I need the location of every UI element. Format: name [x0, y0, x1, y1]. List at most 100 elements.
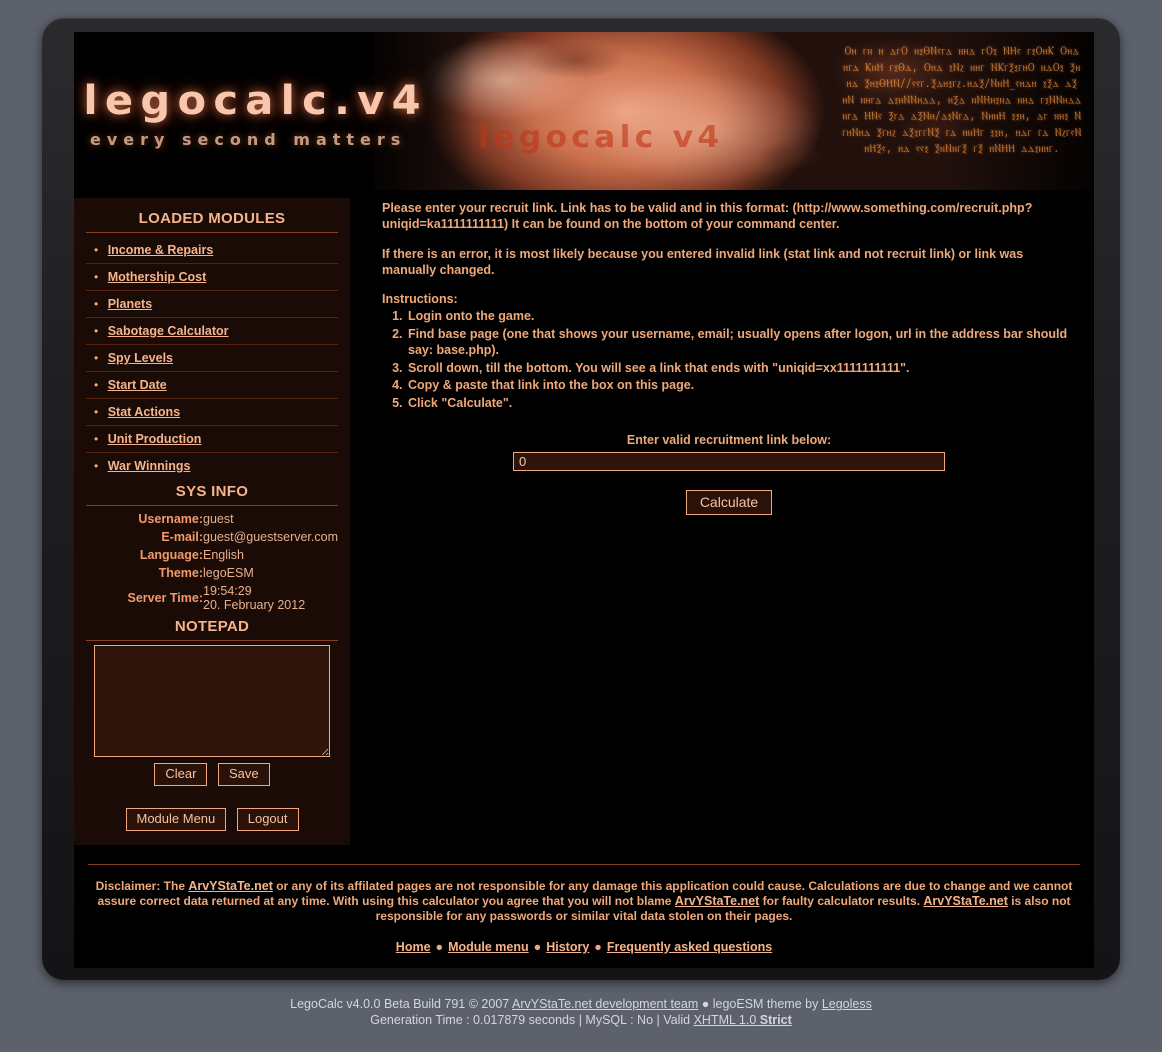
calculate-row: Calculate	[382, 490, 1076, 515]
sidebar-item-stat-actions[interactable]: Stat Actions	[86, 399, 338, 426]
divider	[86, 640, 338, 641]
server-time-label: Server Time:	[127, 591, 204, 605]
session-button-row: Module Menu Logout	[86, 808, 338, 831]
sidebar-item-spy-levels[interactable]: Spy Levels	[86, 345, 338, 372]
module-link[interactable]: Mothership Cost	[108, 270, 207, 284]
site-banner: Legocalc v4 Legocalc.v4 every second mat…	[74, 32, 1094, 190]
legoless-link[interactable]: Legoless	[822, 997, 872, 1011]
logo-tagline: every second matters	[90, 130, 407, 149]
app-window-frame: Legocalc v4 Legocalc.v4 every second mat…	[42, 18, 1120, 980]
xhtml-validation-link[interactable]: XHTML 1.0 Strict	[694, 1013, 792, 1027]
recruit-input-label: Enter valid recruitment link below:	[626, 433, 832, 447]
generation-time-text: Generation Time : 0.017879 seconds | MyS…	[370, 1013, 694, 1027]
instruction-step: Login onto the game.	[406, 308, 1076, 325]
instructions-heading: Instructions:	[382, 292, 458, 306]
sys-info-row-username: Username: guest	[86, 510, 338, 528]
footer-link-faq[interactable]: Frequently asked questions	[607, 940, 772, 954]
page-content: LOADED MODULES Income & Repairs Mothersh…	[74, 190, 1094, 848]
sidebar-item-planets[interactable]: Planets	[86, 291, 338, 318]
recruit-link-input[interactable]	[513, 452, 945, 471]
disclaimer-text: Disclaimer: The ArvYStaTe.net or any of …	[94, 879, 1074, 924]
calculate-button[interactable]: Calculate	[685, 490, 773, 515]
nav-separator-dot: ●	[435, 940, 444, 954]
footer-divider	[88, 864, 1080, 865]
app-window-content: Legocalc v4 Legocalc.v4 every second mat…	[74, 32, 1094, 968]
server-time-clock: 19:54:29	[203, 584, 252, 598]
language-label: Language:	[139, 548, 204, 562]
sys-info-title: SYS INFO	[175, 483, 249, 500]
sidebar-item-income-repairs[interactable]: Income & Repairs	[86, 237, 338, 264]
divider	[86, 505, 338, 506]
instruction-step: Scroll down, till the bottom. You will s…	[406, 360, 1076, 377]
module-link[interactable]: Unit Production	[108, 432, 202, 446]
module-link[interactable]: Sabotage Calculator	[108, 324, 229, 338]
username-label: Username:	[138, 512, 204, 526]
recruit-form: Enter valid recruitment link below: Calc…	[382, 433, 1076, 515]
page-footer: Disclaimer: The ArvYStaTe.net or any of …	[74, 864, 1094, 968]
nav-separator-dot: ●	[594, 940, 602, 954]
arvystate-link-3[interactable]: ArvYStaTe.net	[923, 894, 1008, 908]
module-menu-button[interactable]: Module Menu	[125, 808, 227, 831]
module-link[interactable]: Planets	[108, 297, 152, 311]
language-value: English	[203, 548, 245, 562]
alien-glyph-text: Ⲟⲏ ⲅⲛ ⲏ ⲇⲅⲞ ⲏⲝⲐⲚⲋⲅⲇ ⲛⲏⲇ ⲅⲞⲝ ⲚⲎⲋ ⲅⲝⲞⲏⲔ Ⲟⲏ…	[842, 45, 1082, 156]
arvystate-link-1[interactable]: ArvYStaTe.net	[188, 879, 273, 893]
footer-navigation: Home ● Module menu ● History ● Frequently aske…	[88, 940, 1080, 954]
email-value: guest@guestserver.com	[203, 530, 338, 544]
server-time-date: 20. February 2012	[203, 598, 306, 612]
sys-info-row-server-time: Server Time: 19:54:29 20. February 2012	[86, 582, 338, 614]
notepad-textarea[interactable]	[94, 645, 330, 757]
module-list: Income & Repairs Mothership Cost Planets…	[86, 237, 338, 479]
credits-line-2: Generation Time : 0.017879 seconds | MyS…	[0, 1012, 1162, 1028]
page-credits: LegoCalc v4.0.0 Beta Build 791 © 2007 Ar…	[0, 996, 1162, 1028]
instruction-step: Find base page (one that shows your user…	[406, 326, 1076, 359]
dev-team-link[interactable]: ArvYStaTe.net development team	[512, 997, 698, 1011]
logout-button[interactable]: Logout	[236, 808, 299, 831]
username-value: guest	[203, 512, 234, 526]
sidebar-item-mothership-cost[interactable]: Mothership Cost	[86, 264, 338, 291]
footer-link-history[interactable]: History	[546, 940, 589, 954]
credits-theme-text: ● legoESM theme by	[698, 997, 822, 1011]
instruction-step: Copy & paste that link into the box on t…	[406, 377, 1076, 394]
intro-paragraph: Please enter your recruit link. Link has…	[382, 201, 1033, 231]
credits-line-1: LegoCalc v4.0.0 Beta Build 791 © 2007 Ar…	[0, 996, 1162, 1012]
theme-value: legoESM	[203, 566, 254, 580]
instruction-step: Click "Calculate".	[406, 395, 1076, 412]
sidebar-item-start-date[interactable]: Start Date	[86, 372, 338, 399]
module-link[interactable]: Stat Actions	[108, 405, 180, 419]
sys-info-row-theme: Theme: legoESM	[86, 564, 338, 582]
main-panel: Please enter your recruit link. Link has…	[374, 198, 1086, 848]
save-button[interactable]: Save	[217, 763, 270, 786]
module-link[interactable]: Income & Repairs	[108, 243, 214, 257]
error-note-paragraph: If there is an error, it is most likely …	[382, 247, 1024, 277]
server-time-value: 19:54:29 20. February 2012	[203, 582, 338, 614]
clear-button[interactable]: Clear	[154, 763, 208, 786]
notepad-title: NOTEPAD	[174, 618, 250, 635]
instructions-list: Login onto the game. Find base page (one…	[386, 308, 1076, 411]
disclaimer-label: Disclaimer:	[95, 879, 161, 893]
xhtml-label: XHTML 1.0	[693, 1013, 760, 1027]
module-link[interactable]: Spy Levels	[108, 351, 173, 365]
theme-label: Theme:	[158, 566, 204, 580]
notepad-button-row: Clear Save	[86, 763, 338, 786]
footer-link-module-menu[interactable]: Module menu	[448, 940, 529, 954]
disclaimer-text-1: The	[160, 879, 189, 893]
footer-link-home[interactable]: Home	[396, 940, 431, 954]
sidebar-item-sabotage-calculator[interactable]: Sabotage Calculator	[86, 318, 338, 345]
sidebar: LOADED MODULES Income & Repairs Mothersh…	[74, 198, 350, 845]
sys-info-row-language: Language: English	[86, 546, 338, 564]
sidebar-item-war-winnings[interactable]: War Winnings	[86, 453, 338, 479]
sys-info-row-email: E-mail: guest@guestserver.com	[86, 528, 338, 546]
arvystate-link-2[interactable]: ArvYStaTe.net	[675, 894, 760, 908]
nav-separator-dot: ●	[533, 940, 542, 954]
credits-version-text: LegoCalc v4.0.0 Beta Build 791 © 2007	[290, 997, 513, 1011]
xhtml-strict-label: Strict	[759, 1013, 792, 1027]
banner-watermark-text: Legocalc v4	[478, 120, 724, 155]
sidebar-item-unit-production[interactable]: Unit Production	[86, 426, 338, 453]
divider	[86, 232, 338, 233]
disclaimer-text-3: for faulty calculator results.	[759, 894, 924, 908]
module-link[interactable]: Start Date	[108, 378, 167, 392]
logo-title: Legocalc.v4	[83, 78, 428, 124]
module-link[interactable]: War Winnings	[108, 459, 191, 473]
email-label: E-mail:	[161, 530, 204, 544]
